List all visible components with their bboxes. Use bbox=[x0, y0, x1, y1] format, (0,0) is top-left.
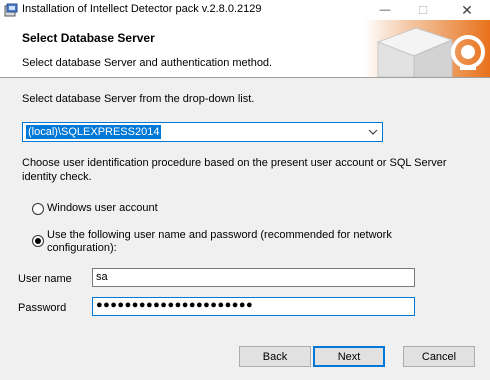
radio-sql-account-label-line2[interactable]: configuration): bbox=[47, 242, 117, 254]
auth-prompt-line1: Choose user identification procedure bas… bbox=[22, 157, 447, 169]
auth-prompt-line2: identity check. bbox=[22, 171, 92, 183]
window-title: Installation of Intellect Detector pack … bbox=[22, 3, 262, 15]
close-button[interactable]: ✕ bbox=[446, 0, 488, 20]
page-subtitle: Select database Server and authenticatio… bbox=[22, 57, 273, 69]
next-button[interactable]: Next bbox=[313, 346, 385, 367]
username-label: User name bbox=[18, 273, 72, 285]
minimize-button[interactable]: — bbox=[364, 0, 406, 20]
radio-sql-account[interactable] bbox=[32, 235, 44, 247]
username-value: sa bbox=[96, 271, 108, 283]
password-field[interactable]: ●●●●●●●●●●●●●●●●●●●●●● bbox=[92, 297, 415, 316]
radio-windows-account-label[interactable]: Windows user account bbox=[47, 202, 158, 214]
banner-box-icon bbox=[364, 20, 490, 77]
server-dropdown[interactable]: (local)\SQLEXPRESS2014 bbox=[22, 122, 383, 142]
server-prompt: Select database Server from the drop-dow… bbox=[22, 93, 255, 105]
server-dropdown-value: (local)\SQLEXPRESS2014 bbox=[24, 124, 163, 140]
password-value: ●●●●●●●●●●●●●●●●●●●●●● bbox=[96, 299, 254, 311]
maximize-button[interactable]: ☐ bbox=[402, 0, 444, 20]
page-title: Select Database Server bbox=[22, 31, 155, 45]
password-label: Password bbox=[18, 302, 67, 314]
username-field[interactable]: sa bbox=[92, 268, 415, 287]
back-button[interactable]: Back bbox=[239, 346, 311, 367]
radio-windows-account[interactable] bbox=[32, 203, 44, 215]
cancel-button[interactable]: Cancel bbox=[403, 346, 475, 367]
installer-icon bbox=[4, 3, 18, 17]
radio-sql-account-label-line1[interactable]: Use the following user name and password… bbox=[47, 229, 392, 241]
chevron-down-icon[interactable] bbox=[368, 128, 378, 136]
